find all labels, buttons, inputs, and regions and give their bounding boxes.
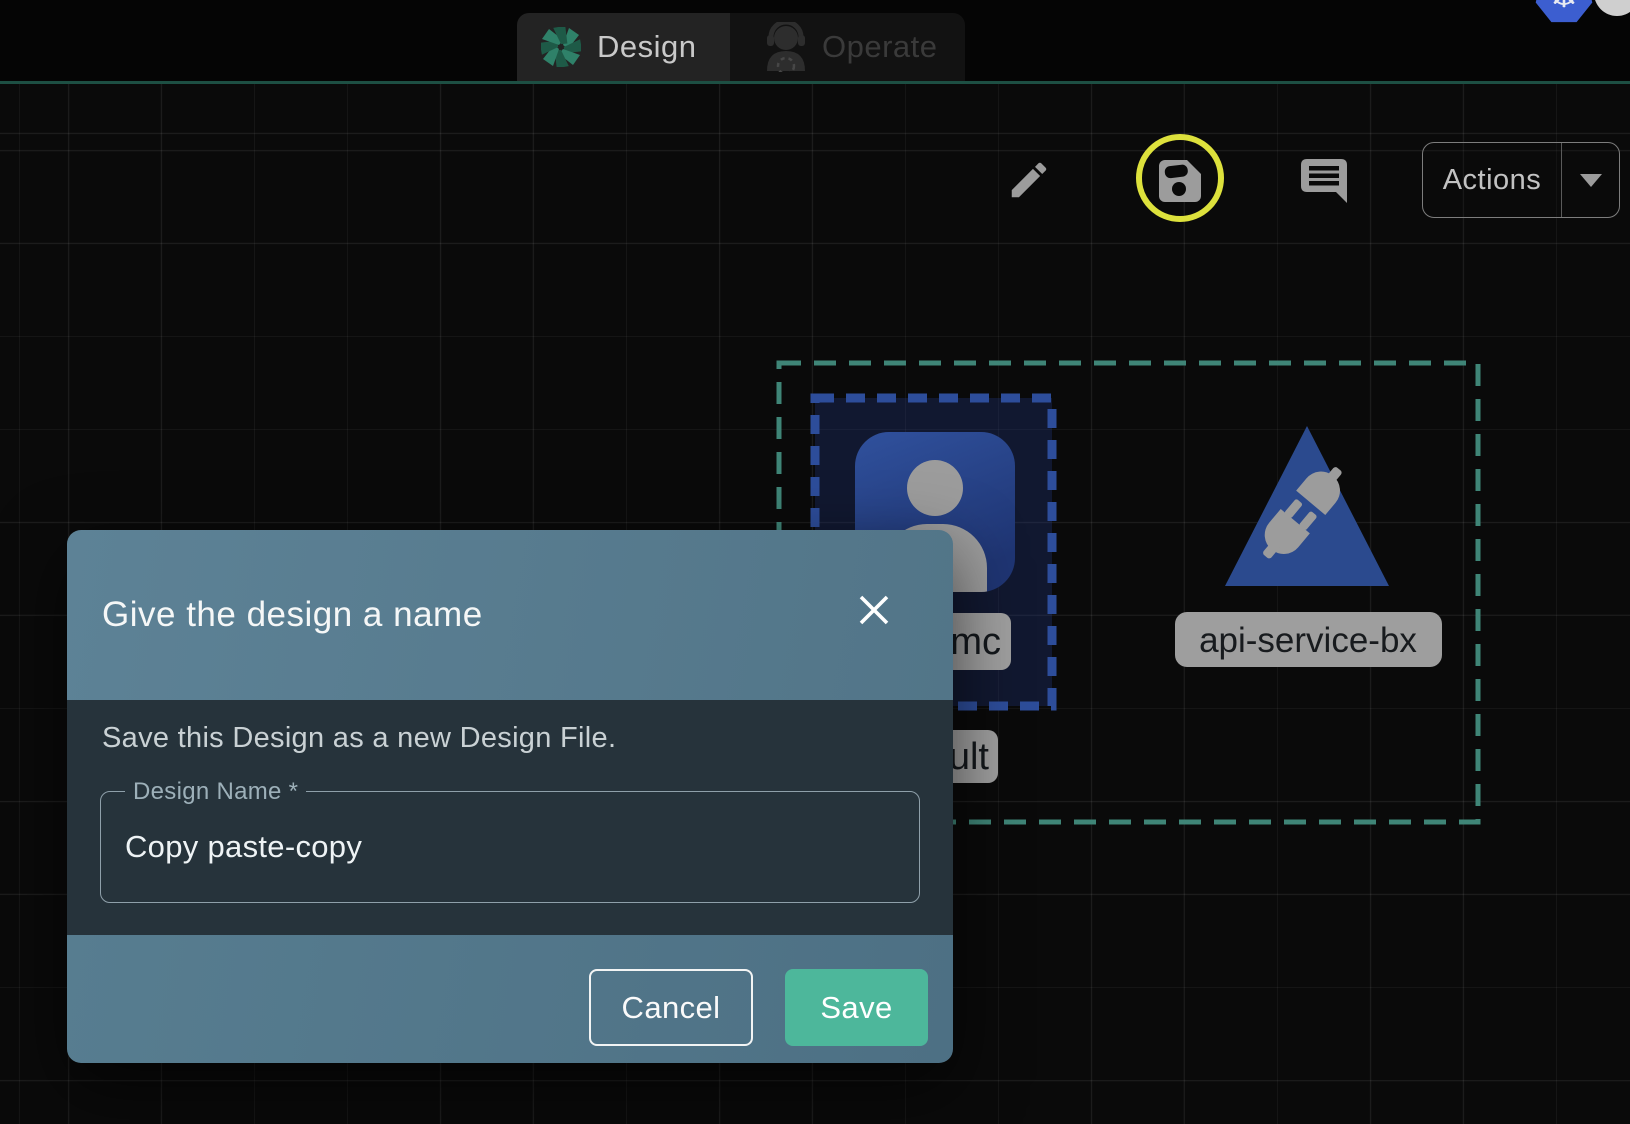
topbar-accent-divider — [0, 81, 1630, 84]
svg-text:☸: ☸ — [1548, 0, 1580, 15]
floppy-disk-icon[interactable] — [1155, 156, 1205, 206]
tab-design-label: Design — [597, 29, 697, 65]
close-icon[interactable] — [855, 591, 893, 629]
dialog-header: Give the design a name — [67, 530, 953, 700]
actions-button[interactable]: Actions — [1422, 142, 1620, 218]
operator-icon — [764, 22, 808, 72]
design-name-field: Design Name * — [100, 791, 920, 903]
dialog-body: Save this Design as a new Design File. D… — [67, 700, 953, 935]
save-design-dialog: Give the design a name Save this Design … — [67, 530, 953, 1063]
save-button[interactable]: Save — [785, 969, 928, 1046]
mode-tabs: Design Operate — [517, 13, 965, 81]
svg-text:mc: mc — [950, 621, 1001, 663]
comment-icon[interactable] — [1299, 156, 1349, 206]
svg-text:api-service-bx: api-service-bx — [1199, 621, 1417, 660]
svg-text:ult: ult — [949, 736, 990, 778]
node-label: api-service-bx — [1175, 612, 1442, 667]
tab-operate-label: Operate — [822, 29, 938, 65]
kubernetes-badge-icon[interactable]: ☸ — [1518, 0, 1618, 30]
actions-button-label: Actions — [1423, 164, 1561, 197]
dialog-description: Save this Design as a new Design File. — [102, 722, 616, 755]
api-service-node[interactable] — [1225, 426, 1389, 586]
tab-design[interactable]: Design — [517, 13, 730, 81]
dialog-title: Give the design a name — [102, 530, 483, 700]
design-name-input[interactable] — [123, 792, 887, 902]
cancel-button[interactable]: Cancel — [589, 969, 753, 1046]
meshery-logo-icon — [541, 27, 581, 67]
chevron-down-icon — [1580, 174, 1602, 187]
tab-operate[interactable]: Operate — [730, 13, 965, 81]
pencil-icon[interactable] — [1006, 157, 1052, 203]
actions-dropdown-toggle[interactable] — [1562, 174, 1619, 187]
